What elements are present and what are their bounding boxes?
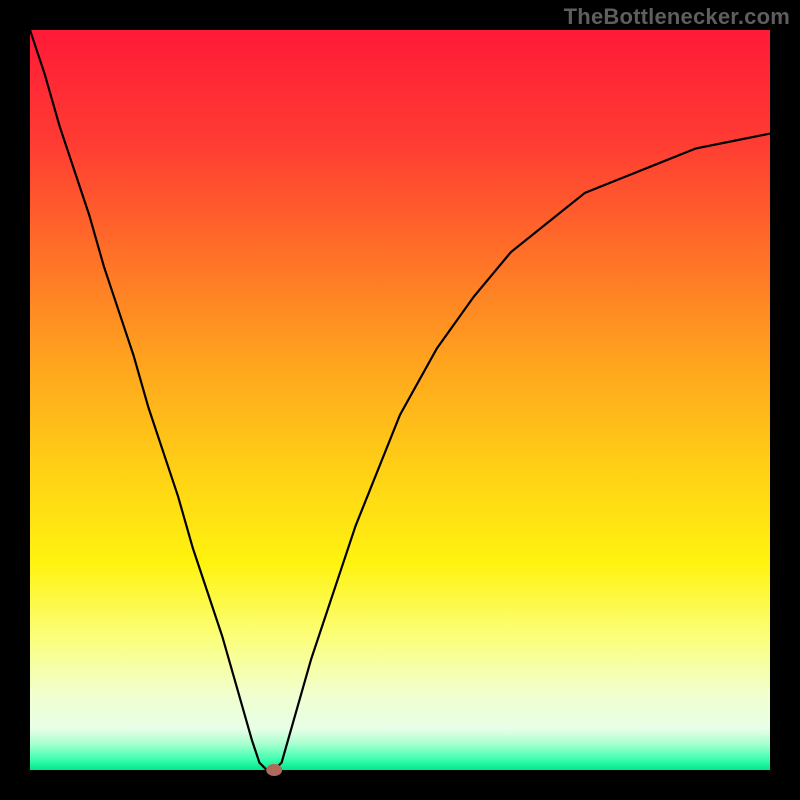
plot-background — [30, 30, 770, 770]
bottleneck-chart — [0, 0, 800, 800]
attribution-label: TheBottlenecker.com — [564, 4, 790, 30]
chart-container: TheBottlenecker.com — [0, 0, 800, 800]
optimum-marker — [266, 764, 282, 776]
